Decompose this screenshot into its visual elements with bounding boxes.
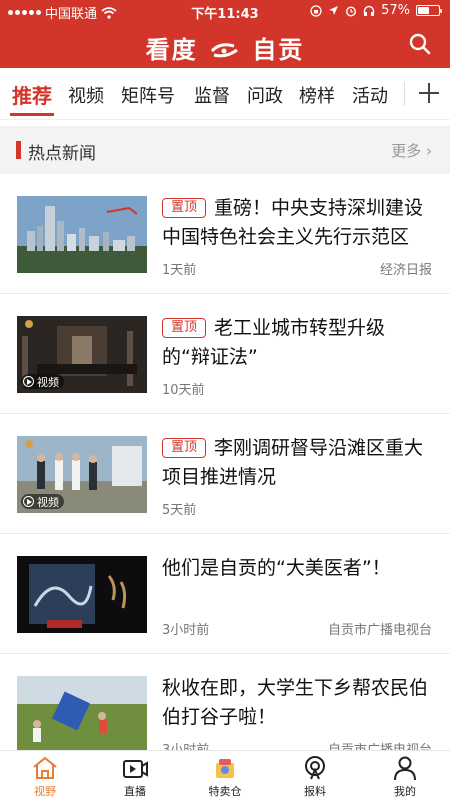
news-thumbnail bbox=[17, 556, 147, 633]
city-skyline-image bbox=[17, 196, 147, 273]
video-badge: 视频 bbox=[21, 374, 64, 389]
active-tab-indicator bbox=[10, 113, 54, 116]
news-source: 经济日报 bbox=[379, 263, 432, 278]
news-item[interactable]: 视频 置顶 李刚调研督导沿滩区重大项目推进情况 5天前 bbox=[0, 414, 450, 534]
app-header: 中国联通 下午11:43 57% 看度 自贡 bbox=[0, 0, 450, 68]
news-time: 3小时前 bbox=[162, 623, 210, 638]
doctors-event-image bbox=[17, 556, 147, 633]
pinned-badge: 置顶 bbox=[162, 318, 207, 338]
news-title: 置顶 重磅！中央支持深圳建设中国特色社会主义先行示范区 bbox=[162, 194, 430, 252]
news-item[interactable]: 置顶 重磅！中央支持深圳建设中国特色社会主义先行示范区 1天前 经济日报 bbox=[0, 174, 450, 294]
news-thumbnail: 视频 bbox=[17, 436, 147, 513]
hot-news-header: 热点新闻 更多 › bbox=[0, 126, 450, 174]
tab-supervise[interactable]: 监督 bbox=[194, 82, 230, 108]
harvest-image bbox=[17, 676, 147, 753]
news-source: 自贡市广播电视台 bbox=[327, 623, 432, 638]
logo-icon bbox=[210, 43, 238, 58]
shop-icon bbox=[216, 759, 234, 778]
news-time: 10天前 bbox=[162, 383, 205, 398]
news-thumbnail: 视频 bbox=[17, 316, 147, 393]
alarm-icon bbox=[346, 5, 357, 17]
home-icon bbox=[33, 756, 57, 779]
pinned-badge: 置顶 bbox=[162, 198, 207, 218]
news-item[interactable]: 他们是自贡的“大美医者”！ 3小时前 自贡市广播电视台 bbox=[0, 534, 450, 654]
news-title-text: 秋收在即，大学生下乡帮农民伯伯打谷子啦！ bbox=[162, 677, 429, 728]
nav-label: 视野 bbox=[34, 785, 56, 798]
news-time: 1天前 bbox=[162, 263, 197, 278]
app-title-right: 自贡 bbox=[252, 36, 305, 64]
battery-fill bbox=[418, 7, 430, 14]
video-label: 视频 bbox=[37, 375, 59, 389]
news-time: 5天前 bbox=[162, 503, 197, 518]
nav-home[interactable]: 视野 bbox=[10, 755, 80, 799]
battery-percent: 57% bbox=[381, 3, 410, 18]
news-title: 置顶 李刚调研督导沿滩区重大项目推进情况 bbox=[162, 434, 430, 492]
play-icon bbox=[23, 376, 34, 387]
tab-role-model[interactable]: 榜样 bbox=[299, 82, 335, 108]
nav-label: 报料 bbox=[304, 785, 326, 798]
pinned-badge: 置顶 bbox=[162, 438, 207, 458]
video-badge: 视频 bbox=[21, 494, 64, 509]
news-thumbnail bbox=[17, 676, 147, 753]
nav-shop[interactable]: 特卖仓 bbox=[190, 755, 260, 799]
add-tab-icon[interactable] bbox=[416, 80, 442, 106]
nav-label: 直播 bbox=[124, 785, 146, 798]
app-screen: 中国联通 下午11:43 57% 看度 自贡 推荐 视频 矩阵号 监督 问政 榜… bbox=[0, 0, 450, 800]
play-icon bbox=[23, 496, 34, 507]
tab-inquiry[interactable]: 问政 bbox=[247, 82, 283, 108]
user-icon bbox=[394, 756, 416, 781]
tv-icon bbox=[123, 760, 148, 778]
news-title-text: 他们是自贡的“大美医者”！ bbox=[162, 557, 391, 579]
category-tabs: 推荐 视频 矩阵号 监督 问政 榜样 活动 bbox=[0, 68, 450, 120]
news-title: 置顶 老工业城市转型升级的“辩证法” bbox=[162, 314, 430, 372]
news-item[interactable]: 视频 置顶 老工业城市转型升级的“辩证法” 10天前 bbox=[0, 294, 450, 414]
location-icon bbox=[329, 6, 339, 15]
video-label: 视频 bbox=[37, 495, 59, 509]
status-bar: 中国联通 下午11:43 57% bbox=[0, 0, 450, 22]
nav-label: 特卖仓 bbox=[208, 785, 242, 798]
bottom-nav: 视野 直播 特卖仓 报料 我的 bbox=[0, 750, 450, 800]
news-thumbnail bbox=[17, 196, 147, 273]
tab-activity[interactable]: 活动 bbox=[352, 82, 388, 108]
news-title: 他们是自贡的“大美医者”！ bbox=[162, 554, 430, 583]
nav-profile[interactable]: 我的 bbox=[370, 755, 440, 799]
section-title: 热点新闻 bbox=[28, 144, 96, 164]
broadcast-icon bbox=[305, 756, 325, 780]
app-title: 看度 自贡 bbox=[0, 30, 450, 65]
headphones-icon bbox=[363, 5, 375, 16]
lock-rotation-icon bbox=[310, 4, 322, 17]
title-bar: 看度 自贡 bbox=[0, 22, 450, 68]
status-right: 57% bbox=[310, 3, 442, 18]
tab-matrix[interactable]: 矩阵号 bbox=[121, 82, 175, 108]
more-label: 更多 bbox=[391, 142, 422, 160]
section-marker bbox=[16, 141, 21, 159]
nav-report[interactable]: 报料 bbox=[280, 755, 350, 799]
news-title: 秋收在即，大学生下乡帮农民伯伯打谷子啦！ bbox=[162, 674, 430, 732]
app-title-left: 看度 bbox=[145, 36, 198, 64]
search-icon[interactable] bbox=[408, 32, 432, 56]
nav-live[interactable]: 直播 bbox=[100, 755, 170, 799]
battery-icon bbox=[416, 5, 442, 16]
nav-label: 我的 bbox=[394, 785, 416, 798]
tabs-divider bbox=[404, 82, 405, 106]
more-link[interactable]: 更多 › bbox=[391, 140, 432, 161]
tab-video[interactable]: 视频 bbox=[68, 82, 104, 108]
chevron-right-icon: › bbox=[426, 142, 432, 160]
tab-recommend[interactable]: 推荐 bbox=[12, 80, 52, 109]
